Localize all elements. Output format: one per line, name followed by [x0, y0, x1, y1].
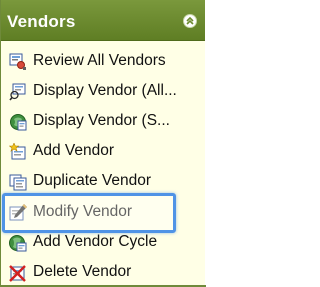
menu-item-label: Delete Vendor	[33, 263, 132, 280]
menu-item-add-vendor-cycle[interactable]: Add Vendor Cycle	[1, 228, 206, 258]
duplicate-icon	[9, 174, 27, 191]
menu-item-label: Add Vendor	[33, 142, 115, 159]
delete-icon	[9, 265, 26, 282]
collapse-button[interactable]	[183, 14, 197, 28]
add-cycle-icon	[9, 235, 27, 252]
menu-item-display-vendor-all[interactable]: Display Vendor (All...	[1, 77, 206, 107]
menu-item-duplicate-vendor[interactable]: Duplicate Vendor	[1, 167, 206, 197]
review-icon	[9, 53, 26, 70]
panel-header: Vendors	[1, 0, 205, 41]
panel-title: Vendors	[7, 12, 76, 31]
chevron-up-icon	[186, 16, 194, 25]
menu-item-modify-vendor[interactable]: Modify Vendor	[1, 198, 206, 228]
menu-item-label: Display Vendor (S...	[33, 112, 170, 129]
display-all-icon	[9, 83, 26, 101]
menu-item-label: Modify Vendor	[33, 203, 133, 220]
menu-item-label: Duplicate Vendor	[33, 172, 152, 189]
menu-item-label: Add Vendor Cycle	[33, 233, 158, 250]
vendors-panel: Vendors Review All Vendors Display Vendo…	[0, 0, 206, 287]
menu-item-label: Review All Vendors	[33, 52, 166, 69]
menu-item-label: Display Vendor (All...	[33, 82, 177, 99]
menu-item-review-all-vendors[interactable]: Review All Vendors	[1, 47, 206, 77]
modify-icon	[9, 204, 27, 221]
menu-item-display-vendor-single[interactable]: Display Vendor (S...	[1, 107, 206, 137]
display-single-icon	[10, 114, 27, 131]
menu-item-delete-vendor[interactable]: Delete Vendor	[1, 258, 206, 287]
menu-item-add-vendor[interactable]: Add Vendor	[1, 137, 206, 167]
add-icon	[9, 143, 26, 160]
